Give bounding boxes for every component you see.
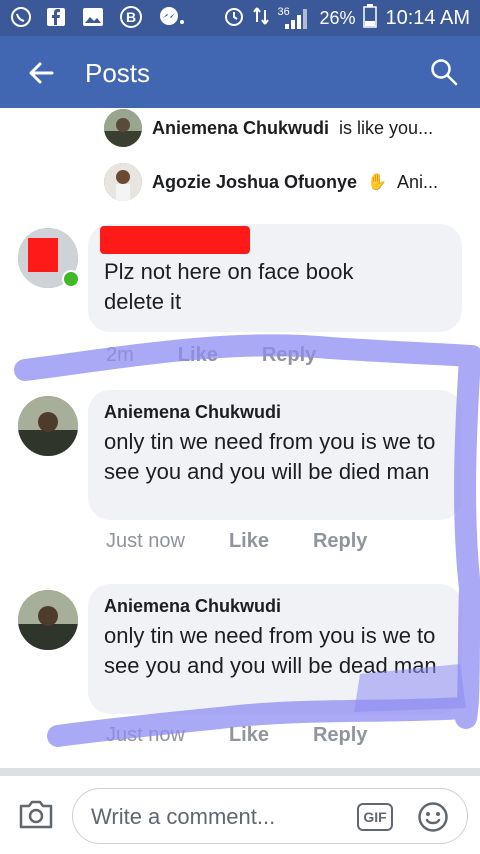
page-title: Posts	[85, 58, 151, 88]
comment-bubble[interactable]: Aniemena Chukwudi only tin we need from …	[88, 390, 462, 520]
clock: 10:14 AM	[385, 6, 470, 29]
reply-preview[interactable]: Agozie Joshua Ofuonye ✋ Ani...	[104, 162, 438, 202]
comment-actions: Just now Like Reply	[106, 530, 367, 553]
gif-button[interactable]: GIF	[357, 803, 393, 831]
comment-placeholder: Write a comment...	[91, 804, 276, 829]
facebook-icon	[44, 5, 68, 29]
back-arrow-icon[interactable]	[26, 58, 56, 88]
comment-time: 2m	[106, 344, 134, 366]
redaction-mark	[100, 226, 250, 254]
avatar[interactable]	[18, 590, 78, 650]
reply-author: Aniemena Chukwudi	[152, 117, 330, 138]
bitcoin-icon: B	[118, 5, 144, 29]
wave-icon: ✋	[367, 174, 387, 191]
comment-composer: Write a comment... GIF	[0, 776, 480, 854]
online-dot	[62, 270, 80, 288]
whatsapp-icon	[8, 5, 34, 29]
status-bar: B 36 26% 10:14 AM	[0, 0, 480, 36]
avatar	[104, 163, 142, 201]
comment-text: only tin we need from you is we to see y…	[104, 623, 437, 678]
battery-percent: 26%	[319, 7, 356, 28]
reply-preview[interactable]: Aniemena Chukwudi is like you...	[104, 108, 433, 148]
network-type: 36	[277, 6, 290, 18]
comment-time: Just now	[106, 724, 185, 746]
reply-snippet: Ani...	[396, 171, 438, 192]
divider	[0, 768, 480, 776]
alarm-icon	[223, 5, 245, 32]
status-right: 36 26% 10:14 AM	[223, 0, 470, 36]
comment-author[interactable]: Aniemena Chukwudi	[104, 596, 446, 617]
svg-text:B: B	[126, 9, 136, 25]
like-button[interactable]: Like	[229, 724, 269, 747]
comment-text: only tin we need from you is we to see y…	[104, 429, 436, 484]
app-header: Posts	[0, 36, 480, 108]
comment-bubble[interactable]: Aniemena Chukwudi only tin we need from …	[88, 584, 462, 714]
comment-actions: 2m Like Reply	[106, 344, 316, 367]
reply-button[interactable]: Reply	[313, 724, 367, 747]
reply-snippet: is like you...	[339, 117, 434, 138]
data-icon	[253, 6, 270, 31]
smile-icon[interactable]	[417, 801, 449, 833]
avatar	[104, 109, 142, 147]
search-icon[interactable]	[430, 58, 458, 86]
signal-icon: 36	[277, 6, 311, 30]
comment-author[interactable]: Aniemena Chukwudi	[104, 402, 446, 423]
like-button[interactable]: Like	[178, 344, 218, 367]
comment-time: Just now	[106, 530, 185, 552]
camera-icon[interactable]	[18, 798, 54, 830]
reply-button[interactable]: Reply	[313, 530, 367, 553]
comment-text: Plz not here on face book delete it	[104, 259, 354, 314]
reply-button[interactable]: Reply	[262, 344, 316, 367]
like-button[interactable]: Like	[229, 530, 269, 553]
gallery-icon	[80, 5, 106, 29]
messenger-icon	[156, 5, 186, 29]
comment-actions: Just now Like Reply	[106, 724, 367, 747]
comment-input[interactable]: Write a comment... GIF	[72, 788, 468, 844]
comment-thread[interactable]: Aniemena Chukwudi is like you... Agozie …	[0, 108, 480, 768]
avatar[interactable]	[18, 396, 78, 456]
battery-icon	[363, 3, 378, 33]
reply-author: Agozie Joshua Ofuonye	[152, 171, 358, 192]
